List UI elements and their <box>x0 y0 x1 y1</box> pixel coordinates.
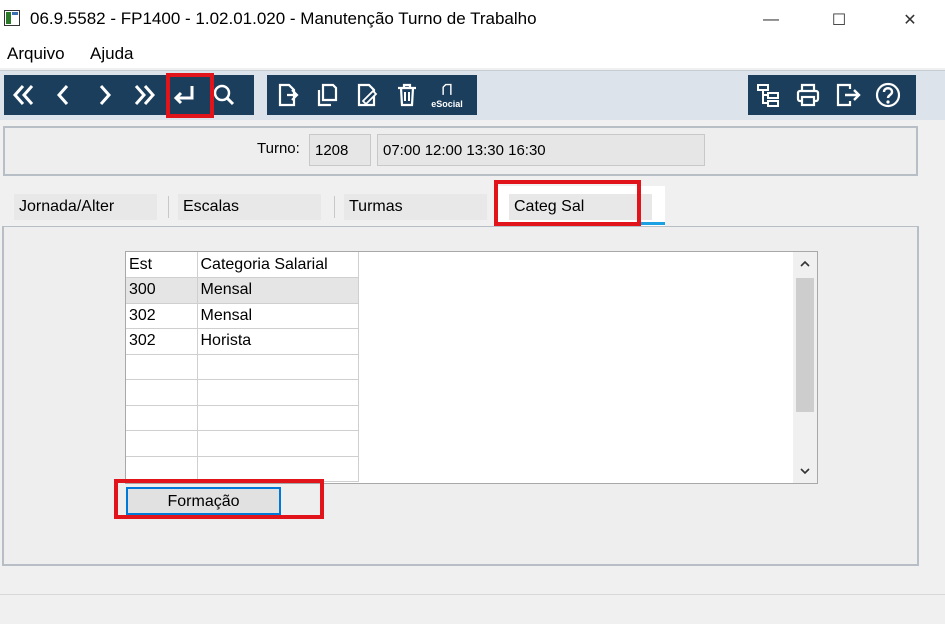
chevron-up-icon <box>800 260 810 267</box>
cell-est[interactable] <box>126 456 198 482</box>
structure-button[interactable] <box>748 75 788 115</box>
previous-icon <box>56 85 69 105</box>
table-row[interactable] <box>126 379 359 406</box>
cell-est[interactable] <box>126 354 198 380</box>
maximize-button[interactable]: ☐ <box>816 0 862 40</box>
edit-button[interactable] <box>347 75 387 115</box>
cell-est[interactable]: 300 <box>126 277 198 304</box>
enter-button-highlight <box>166 73 214 118</box>
exit-icon <box>836 83 861 107</box>
esocial-label: eSocial <box>431 98 463 109</box>
table-row[interactable]: 300 Mensal <box>126 277 359 304</box>
grid-header-row: Est Categoria Salarial <box>126 252 359 278</box>
table-row[interactable]: 302 Horista <box>126 328 359 355</box>
chevron-down-icon <box>800 468 810 475</box>
navigation-group <box>4 75 254 115</box>
app-icon <box>4 10 20 26</box>
new-button[interactable] <box>267 75 307 115</box>
cell-est[interactable]: 302 <box>126 303 198 329</box>
exit-button[interactable] <box>828 75 868 115</box>
categ-sal-tab-highlight <box>494 180 641 226</box>
cell-categoria[interactable] <box>197 379 359 406</box>
cell-categoria[interactable]: Horista <box>197 328 359 355</box>
cell-categoria[interactable] <box>197 405 359 431</box>
esocial-icon <box>442 83 452 95</box>
tab-separator <box>334 196 335 218</box>
column-header-est[interactable]: Est <box>126 252 198 278</box>
structure-icon <box>757 84 779 107</box>
copy-button[interactable] <box>307 75 347 115</box>
tab-separator <box>168 196 169 218</box>
window-title: 06.9.5582 - FP1400 - 1.02.01.020 - Manut… <box>30 9 537 28</box>
copy-icon <box>317 83 338 107</box>
menu-arquivo[interactable]: Arquivo <box>7 44 65 64</box>
search-icon <box>213 84 235 106</box>
cell-categoria[interactable] <box>197 354 359 380</box>
next-icon <box>99 85 112 105</box>
tab-bar: Jornada/Alter Escalas Turmas Categ Sal <box>0 186 945 226</box>
delete-button[interactable] <box>387 75 427 115</box>
utility-group <box>748 75 916 115</box>
cell-est[interactable] <box>126 430 198 457</box>
print-icon <box>796 83 820 107</box>
new-icon <box>278 83 299 107</box>
turno-code-field[interactable]: 1208 <box>309 134 371 166</box>
print-button[interactable] <box>788 75 828 115</box>
tab-jornada-alter[interactable]: Jornada/Alter <box>14 194 157 220</box>
header-panel: Turno: 1208 07:00 12:00 13:30 16:30 <box>3 126 918 176</box>
column-header-categoria[interactable]: Categoria Salarial <box>197 252 359 278</box>
cell-est[interactable] <box>126 379 198 406</box>
categoria-salarial-grid[interactable]: Est Categoria Salarial 300 Mensal 302 Me… <box>125 251 818 484</box>
cell-categoria[interactable]: Mensal <box>197 303 359 329</box>
table-row[interactable] <box>126 456 359 482</box>
first-icon <box>12 85 34 105</box>
cell-categoria[interactable]: Mensal <box>197 277 359 304</box>
turno-label: Turno: <box>257 140 300 157</box>
delete-icon <box>398 83 416 107</box>
table-row[interactable] <box>126 430 359 457</box>
grid-table: Est Categoria Salarial 300 Mensal 302 Me… <box>126 252 359 482</box>
first-record-button[interactable] <box>4 75 44 115</box>
scroll-up-button[interactable] <box>793 252 817 276</box>
previous-record-button[interactable] <box>44 75 84 115</box>
cell-est[interactable] <box>126 405 198 431</box>
tab-turmas[interactable]: Turmas <box>344 194 487 220</box>
scroll-down-button[interactable] <box>793 459 817 483</box>
menu-ajuda[interactable]: Ajuda <box>90 44 133 64</box>
table-row[interactable] <box>126 354 359 380</box>
scroll-thumb[interactable] <box>796 278 814 412</box>
turno-horario-field: 07:00 12:00 13:30 16:30 <box>377 134 705 166</box>
tab-escalas[interactable]: Escalas <box>178 194 321 220</box>
table-row[interactable] <box>126 405 359 431</box>
minimize-button[interactable]: — <box>748 0 794 40</box>
formacao-button-highlight <box>114 479 324 519</box>
menu-bar: Arquivo Ajuda <box>0 40 945 68</box>
cell-categoria[interactable] <box>197 456 359 482</box>
next-record-button[interactable] <box>84 75 124 115</box>
cell-est[interactable]: 302 <box>126 328 198 355</box>
status-bar <box>0 594 945 624</box>
title-bar: 06.9.5582 - FP1400 - 1.02.01.020 - Manut… <box>0 0 945 40</box>
table-row[interactable]: 302 Mensal <box>126 303 359 329</box>
close-button[interactable]: ✕ <box>887 0 933 40</box>
help-button[interactable] <box>868 75 908 115</box>
cell-categoria[interactable] <box>197 430 359 457</box>
esocial-button[interactable]: eSocial <box>427 75 467 115</box>
vertical-scrollbar[interactable] <box>793 252 817 483</box>
edit-icon <box>357 83 378 107</box>
edit-group: eSocial <box>267 75 477 115</box>
last-record-button[interactable] <box>124 75 164 115</box>
toolbar: eSocial <box>0 70 945 120</box>
last-icon <box>134 85 156 105</box>
help-icon <box>875 82 901 108</box>
